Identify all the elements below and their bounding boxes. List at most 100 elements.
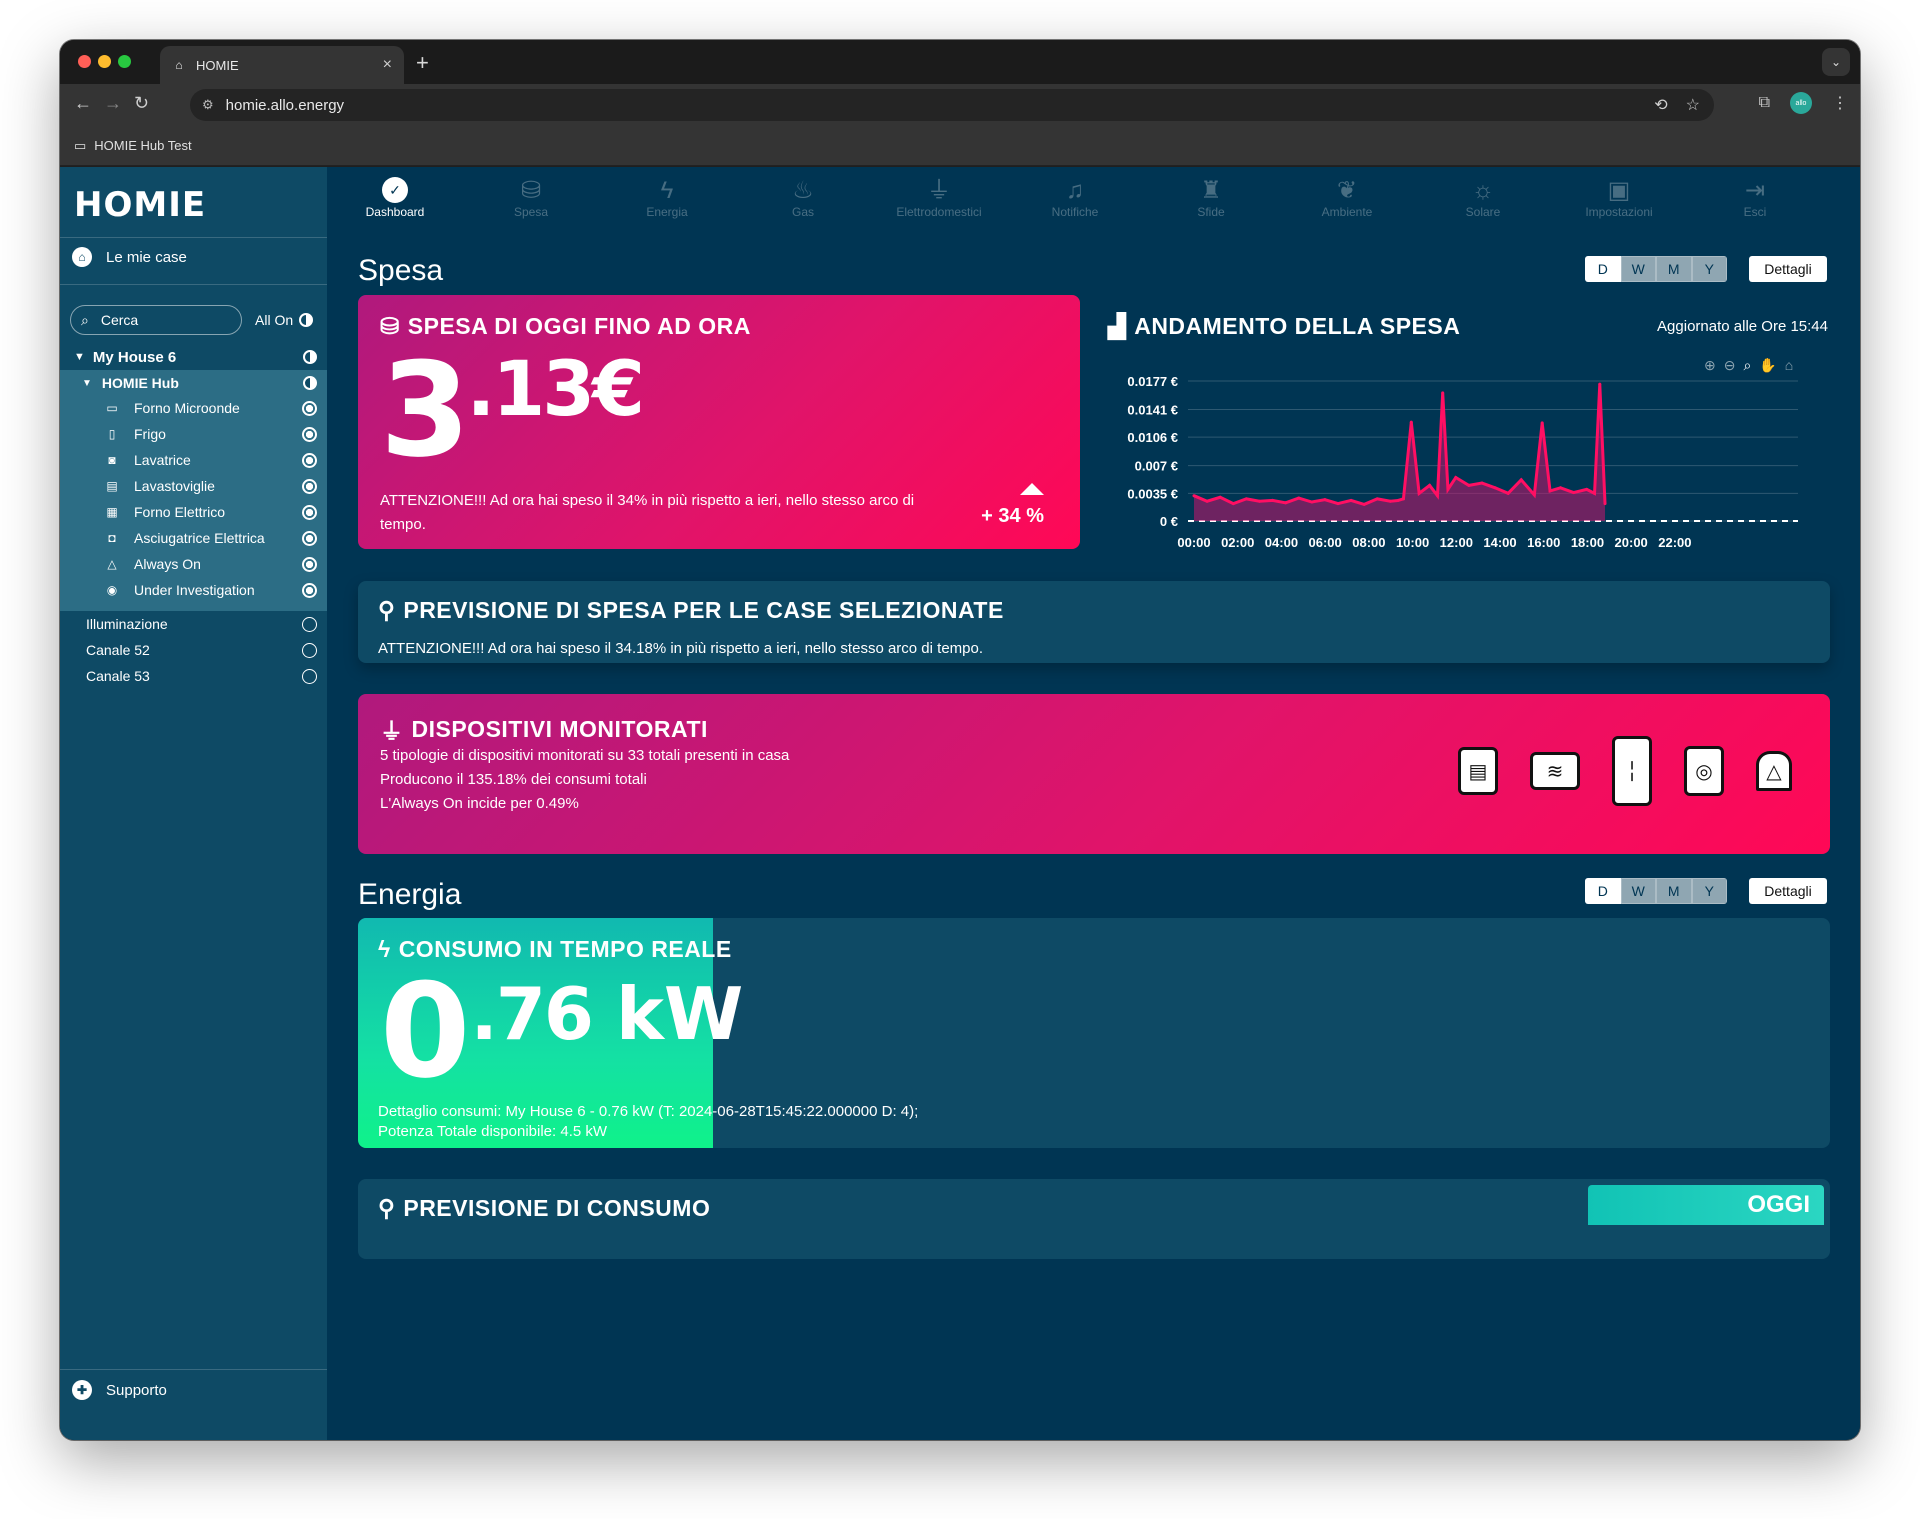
search-input[interactable]: ⌕ Cerca: [70, 305, 242, 335]
forward-icon[interactable]: →: [104, 93, 122, 114]
sidebar-item-device[interactable]: ▤ Lavastoviglie: [60, 473, 327, 499]
tab-energia[interactable]: ϟ Energia: [599, 167, 735, 233]
tab-search-chevron-icon[interactable]: ⌄: [1822, 48, 1850, 76]
all-on-label: All On: [255, 312, 294, 328]
device-toggle[interactable]: [302, 400, 317, 416]
tab-notifiche[interactable]: ♫ Notifiche: [1007, 167, 1143, 233]
bookmarks-bar: ▭ HOMIE Hub Test: [60, 126, 1860, 166]
all-on-toggle[interactable]: All On: [255, 312, 314, 328]
data-point: [1409, 420, 1413, 424]
spesa-delta: + 34 %: [981, 505, 1044, 527]
tab-gas[interactable]: ♨ Gas: [735, 167, 871, 233]
spesa-dettagli-button[interactable]: Dettagli: [1749, 256, 1827, 282]
data-point: [1454, 475, 1458, 479]
device-toggle[interactable]: [302, 504, 317, 520]
tab-solare[interactable]: ☼ Solare: [1415, 167, 1551, 233]
period-m[interactable]: M: [1656, 878, 1692, 904]
sidebar-item-device[interactable]: ◘ Asciugatrice Elettrica: [60, 525, 327, 551]
new-tab-icon[interactable]: +: [416, 50, 429, 76]
house-toggle[interactable]: [303, 350, 317, 364]
sidebar-item-device[interactable]: ◉ Under Investigation: [60, 577, 327, 603]
washer-icon: ◎: [1684, 746, 1724, 796]
bookmark-homie-hub-test[interactable]: HOMIE Hub Test: [94, 138, 191, 153]
homie-logo[interactable]: HOMIE: [74, 185, 206, 225]
sidebar-item-device[interactable]: ◙ Lavatrice: [60, 447, 327, 473]
extensions-icon[interactable]: ⧉: [1759, 94, 1770, 112]
oggi-badge[interactable]: OGGI: [1588, 1185, 1824, 1225]
data-point: [1593, 491, 1597, 495]
tab-elettrodomestici[interactable]: ⏚ Elettrodomestici: [871, 167, 1007, 233]
x-tick-label: 04:00: [1265, 535, 1298, 550]
y-tick-label: 0.0106 €: [1127, 430, 1178, 445]
period-m[interactable]: M: [1656, 256, 1692, 282]
site-info-icon[interactable]: ⚙: [202, 97, 214, 113]
close-window-button[interactable]: [78, 55, 91, 68]
minimize-window-button[interactable]: [98, 55, 111, 68]
channel-label: Canale 52: [86, 642, 150, 658]
energia-dettagli-button[interactable]: Dettagli: [1749, 878, 1827, 904]
dishwasher-icon: ▤: [1458, 747, 1498, 795]
data-point: [1388, 499, 1392, 503]
caret-down-icon: ▼: [74, 351, 85, 363]
browser-window: ⌂ HOMIE × + ⌄ ← → ↻ ⚙ homie.allo.energy …: [60, 40, 1860, 1440]
hub-toggle[interactable]: [303, 376, 317, 390]
sidebar-item-device[interactable]: ▦ Forno Elettrico: [60, 499, 327, 525]
menu-kebab-icon[interactable]: ⋮: [1832, 93, 1848, 113]
bolt-icon: ϟ: [660, 177, 674, 204]
tab-ambiente[interactable]: ❦ Ambiente: [1279, 167, 1415, 233]
nav-label: Ambiente: [1321, 205, 1373, 219]
device-toggle[interactable]: [302, 452, 317, 468]
tab-sfide[interactable]: ♜ Sfide: [1143, 167, 1279, 233]
device-toggle[interactable]: [302, 478, 317, 494]
my-homes-link[interactable]: ⌂ Le mie case: [72, 247, 187, 267]
period-y[interactable]: Y: [1691, 878, 1727, 904]
app-content: HOMIE ⌂ Le mie case ⌕ Cerca All On ▼ My …: [60, 167, 1860, 1440]
address-bar[interactable]: ⚙ homie.allo.energy ⟲ ☆: [190, 89, 1714, 121]
channel-toggle[interactable]: [302, 616, 317, 632]
sidebar-item-device[interactable]: ▭ Forno Microonde: [60, 395, 327, 421]
sidebar-item-device[interactable]: △ Always On: [60, 551, 327, 577]
browser-tab[interactable]: ⌂ HOMIE ×: [160, 46, 404, 84]
channel-toggle[interactable]: [302, 642, 317, 658]
device-toggle[interactable]: [302, 582, 317, 598]
profile-avatar[interactable]: allo: [1790, 92, 1812, 114]
sidebar-item-device[interactable]: ▯ Frigo: [60, 421, 327, 447]
top-nav: ✓ Dashboard ⛁ Spesa ϟ Energia ♨ Gas ⏚ Elettro…: [327, 167, 1860, 233]
maximize-window-button[interactable]: [118, 55, 131, 68]
tab-dashboard[interactable]: ✓ Dashboard: [327, 167, 463, 233]
close-tab-icon[interactable]: ×: [383, 56, 392, 74]
reload-icon[interactable]: ↻: [134, 93, 149, 114]
period-w[interactable]: W: [1620, 878, 1656, 904]
back-icon[interactable]: ←: [74, 93, 92, 114]
device-toggle[interactable]: [302, 556, 317, 572]
channel-toggle[interactable]: [302, 668, 317, 684]
sidebar-item-channel[interactable]: Canale 52: [60, 637, 327, 663]
hub-row[interactable]: ▼ HOMIE Hub: [60, 370, 327, 396]
house-row[interactable]: ▼ My House 6: [60, 344, 327, 370]
data-point: [1585, 487, 1589, 491]
sidebar-item-channel[interactable]: Canale 53: [60, 663, 327, 689]
period-d[interactable]: D: [1585, 256, 1621, 282]
support-link[interactable]: ✚ Supporto: [72, 1380, 167, 1400]
period-w[interactable]: W: [1620, 256, 1656, 282]
realtime-value-integer: 0: [380, 955, 471, 1107]
translate-icon[interactable]: ⟲: [1654, 95, 1667, 115]
data-point: [1349, 498, 1353, 502]
tab-esci[interactable]: ⇥ Esci: [1687, 167, 1823, 233]
data-point: [1598, 382, 1602, 386]
bookmark-star-icon[interactable]: ☆: [1686, 95, 1700, 115]
tab-spesa[interactable]: ⛁ Spesa: [463, 167, 599, 233]
period-d[interactable]: D: [1585, 878, 1621, 904]
y-tick-label: 0.007 €: [1135, 459, 1178, 474]
tab-impostazioni[interactable]: ▣ Impostazioni: [1551, 167, 1687, 233]
microwave-icon: ▭: [106, 401, 118, 415]
data-point: [1362, 502, 1366, 506]
device-toggle[interactable]: [302, 426, 317, 442]
sidebar-item-channel[interactable]: Illuminazione: [60, 611, 327, 637]
device-toggle[interactable]: [302, 530, 317, 546]
trend-chart: 0 € 0.0035 € 0.007 € 0.0106 € 0.0141 € 0.0177…: [1127, 374, 1798, 550]
washer-icon: ◙: [108, 453, 116, 467]
x-tick-label: 02:00: [1221, 535, 1254, 550]
flame-icon: ♨: [792, 177, 814, 204]
period-y[interactable]: Y: [1691, 256, 1727, 282]
